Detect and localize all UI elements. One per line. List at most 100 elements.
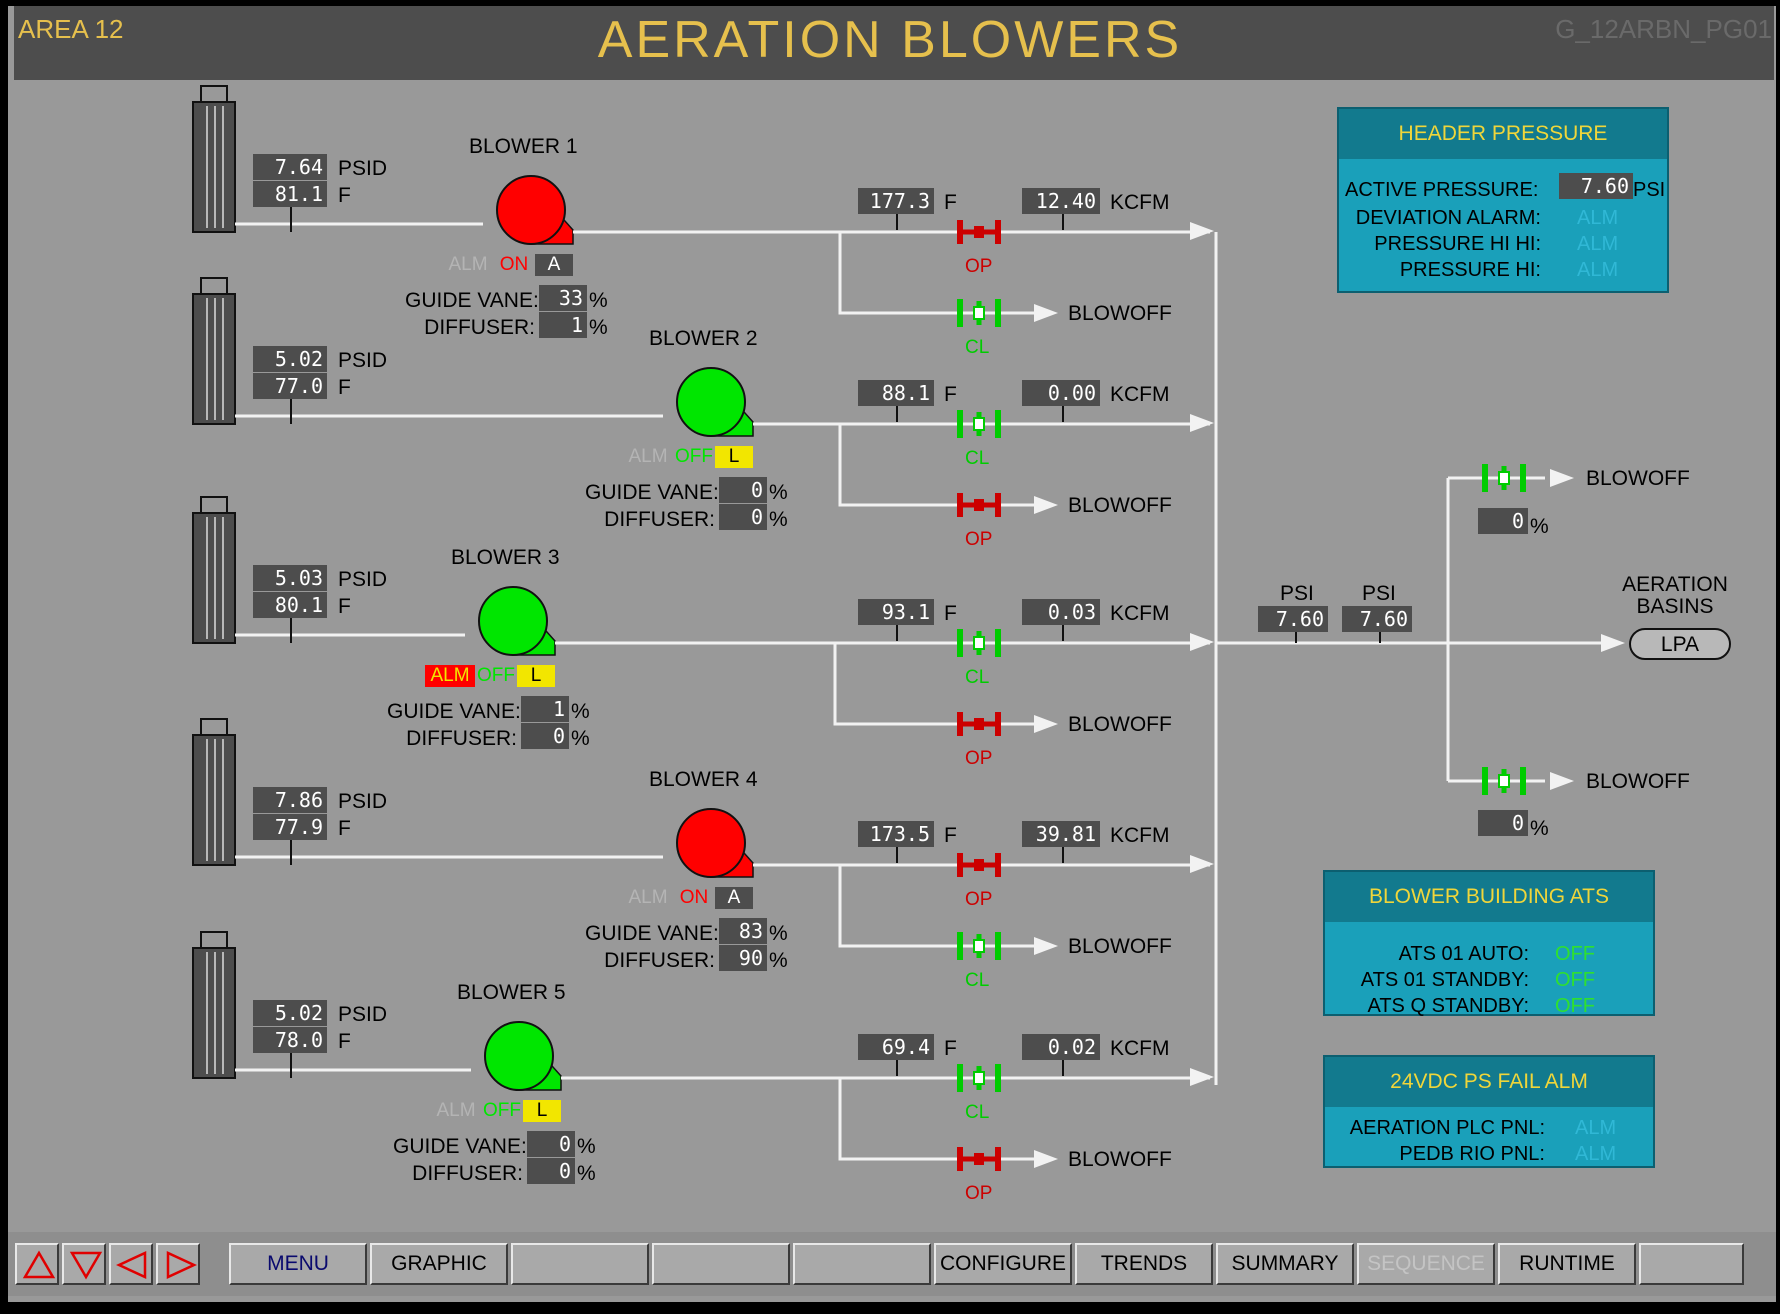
nav-runtime-button[interactable]: RUNTIME xyxy=(1498,1243,1636,1285)
nav-blank-4-button[interactable] xyxy=(793,1243,931,1285)
inlet-psid-value[interactable]: 5.02 xyxy=(253,1000,327,1026)
valve-closed-icon xyxy=(957,932,963,960)
mode-button[interactable]: L xyxy=(523,1100,561,1122)
arrow-left-button[interactable] xyxy=(109,1243,153,1285)
valve-open-icon xyxy=(995,853,1001,877)
valve-open-icon xyxy=(957,493,963,517)
mode-button[interactable]: A xyxy=(715,887,753,909)
guide-vane-value[interactable]: 1 xyxy=(521,696,569,722)
blowoff-label: BLOWOFF xyxy=(1068,494,1172,517)
active-pressure-value[interactable]: 7.60 xyxy=(1559,173,1633,199)
lpa-button[interactable]: LPA xyxy=(1630,634,1730,655)
arrow-up-button[interactable] xyxy=(15,1243,59,1285)
valve-closed-icon xyxy=(1520,464,1526,492)
blowoff-valve-status: CL xyxy=(965,970,990,991)
discharge-temp-value[interactable]: 69.4 xyxy=(858,1034,934,1060)
flow-value[interactable]: 0.00 xyxy=(1022,380,1100,406)
blower-icon xyxy=(478,586,548,656)
diffuser-label: DIFFUSER: xyxy=(406,727,517,750)
arrow-down-icon xyxy=(69,1251,103,1280)
page-title: AERATION BLOWERS xyxy=(597,11,1183,69)
valve-open-icon xyxy=(957,853,963,877)
guide-vane-value[interactable]: 33 xyxy=(539,285,587,311)
guide-vane-value[interactable]: 0 xyxy=(719,477,767,503)
mode-button[interactable]: A xyxy=(535,254,573,276)
guide-vane-value[interactable]: 0 xyxy=(527,1131,575,1157)
valve-open-icon xyxy=(995,1147,1001,1171)
valve-closed-icon xyxy=(957,1064,963,1092)
blowoff-valve-status: OP xyxy=(965,529,993,550)
mode-button[interactable]: L xyxy=(517,665,555,687)
nav-sequence-button[interactable]: SEQUENCE xyxy=(1357,1243,1495,1285)
temp-unit: F xyxy=(944,1037,957,1060)
discharge-temp-value[interactable]: 177.3 xyxy=(858,188,934,214)
flow-value[interactable]: 0.02 xyxy=(1022,1034,1100,1060)
valve-closed-icon xyxy=(957,410,963,438)
nav-summary-button[interactable]: SUMMARY xyxy=(1216,1243,1354,1285)
mode-button[interactable]: L xyxy=(715,446,753,468)
discharge-temp-value[interactable]: 88.1 xyxy=(858,380,934,406)
valve-closed-icon xyxy=(1498,471,1510,485)
arrow-down-button[interactable] xyxy=(62,1243,106,1285)
guide-vane-value[interactable]: 83 xyxy=(719,918,767,944)
arrow-right-button[interactable] xyxy=(156,1243,200,1285)
temp-unit: F xyxy=(338,376,351,399)
active-pressure-unit: PSI xyxy=(1633,179,1666,201)
discharge-valve-status: CL xyxy=(965,667,990,688)
nav-blank-3-button[interactable] xyxy=(652,1243,790,1285)
valve-open-icon xyxy=(974,859,984,871)
inlet-psid-value[interactable]: 7.86 xyxy=(253,787,327,813)
alarm-indicator: ALM xyxy=(628,887,668,908)
temp-unit: F xyxy=(338,817,351,840)
flow-value[interactable]: 0.03 xyxy=(1022,599,1100,625)
flow-value[interactable]: 39.81 xyxy=(1022,821,1100,847)
discharge-temp-value[interactable]: 93.1 xyxy=(858,599,934,625)
temp-unit: F xyxy=(338,1030,351,1053)
blower-icon xyxy=(496,175,566,245)
blowoff-valve-status: OP xyxy=(965,748,993,769)
pct-unit: % xyxy=(769,922,788,945)
inlet-psid-value[interactable]: 7.64 xyxy=(253,154,327,180)
diffuser-value[interactable]: 90 xyxy=(719,945,767,971)
inlet-temp-value[interactable]: 77.9 xyxy=(253,814,327,840)
inlet-psid-value[interactable]: 5.02 xyxy=(253,346,327,372)
valve-closed-icon xyxy=(995,932,1001,960)
inlet-temp-value[interactable]: 80.1 xyxy=(253,592,327,618)
flow-unit: KCFM xyxy=(1110,824,1170,847)
blowoff-valve-status: OP xyxy=(965,1183,993,1204)
inlet-temp-value[interactable]: 77.0 xyxy=(253,373,327,399)
panel-row-label: ATS Q STANDBY: xyxy=(1367,995,1529,1017)
diffuser-value[interactable]: 0 xyxy=(719,504,767,530)
panel-row-label: ATS 01 STANDBY: xyxy=(1360,969,1529,991)
psid-unit: PSID xyxy=(338,568,388,591)
diffuser-value[interactable]: 0 xyxy=(521,723,569,749)
active-pressure-label: ACTIVE PRESSURE: xyxy=(1345,179,1539,201)
valve-open-icon xyxy=(995,493,1001,517)
header-psi-value[interactable]: 7.60 xyxy=(1258,606,1328,632)
inlet-temp-value[interactable]: 78.0 xyxy=(253,1027,327,1053)
nav-trends-button[interactable]: TRENDS xyxy=(1075,1243,1213,1285)
nav-blank-2-button[interactable] xyxy=(511,1243,649,1285)
diffuser-value[interactable]: 1 xyxy=(539,312,587,338)
diffuser-value[interactable]: 0 xyxy=(527,1158,575,1184)
psid-unit: PSID xyxy=(338,157,388,180)
blowoff-valve-status: CL xyxy=(965,337,990,358)
flow-value[interactable]: 12.40 xyxy=(1022,188,1100,214)
pct-unit: % xyxy=(577,1162,596,1185)
arrow-right-icon xyxy=(166,1251,197,1279)
panel-row-label: DEVIATION ALARM: xyxy=(1355,207,1541,229)
flow-unit: KCFM xyxy=(1110,191,1170,214)
discharge-temp-value[interactable]: 173.5 xyxy=(858,821,934,847)
nav-graphic-button[interactable]: GRAPHIC xyxy=(370,1243,508,1285)
blowoff-top-value[interactable]: 0 xyxy=(1478,508,1528,534)
flow-unit: KCFM xyxy=(1110,1037,1170,1060)
blowoff-label: BLOWOFF xyxy=(1586,467,1690,490)
nav-blank-10-button[interactable] xyxy=(1639,1243,1744,1285)
header-psi-value[interactable]: 7.60 xyxy=(1342,606,1412,632)
nav-configure-button[interactable]: CONFIGURE xyxy=(934,1243,1072,1285)
pct-unit: % xyxy=(589,289,608,312)
inlet-psid-value[interactable]: 5.03 xyxy=(253,565,327,591)
inlet-temp-value[interactable]: 81.1 xyxy=(253,181,327,207)
blowoff-bottom-value[interactable]: 0 xyxy=(1478,810,1528,836)
nav-menu-button[interactable]: MENU xyxy=(229,1243,367,1285)
